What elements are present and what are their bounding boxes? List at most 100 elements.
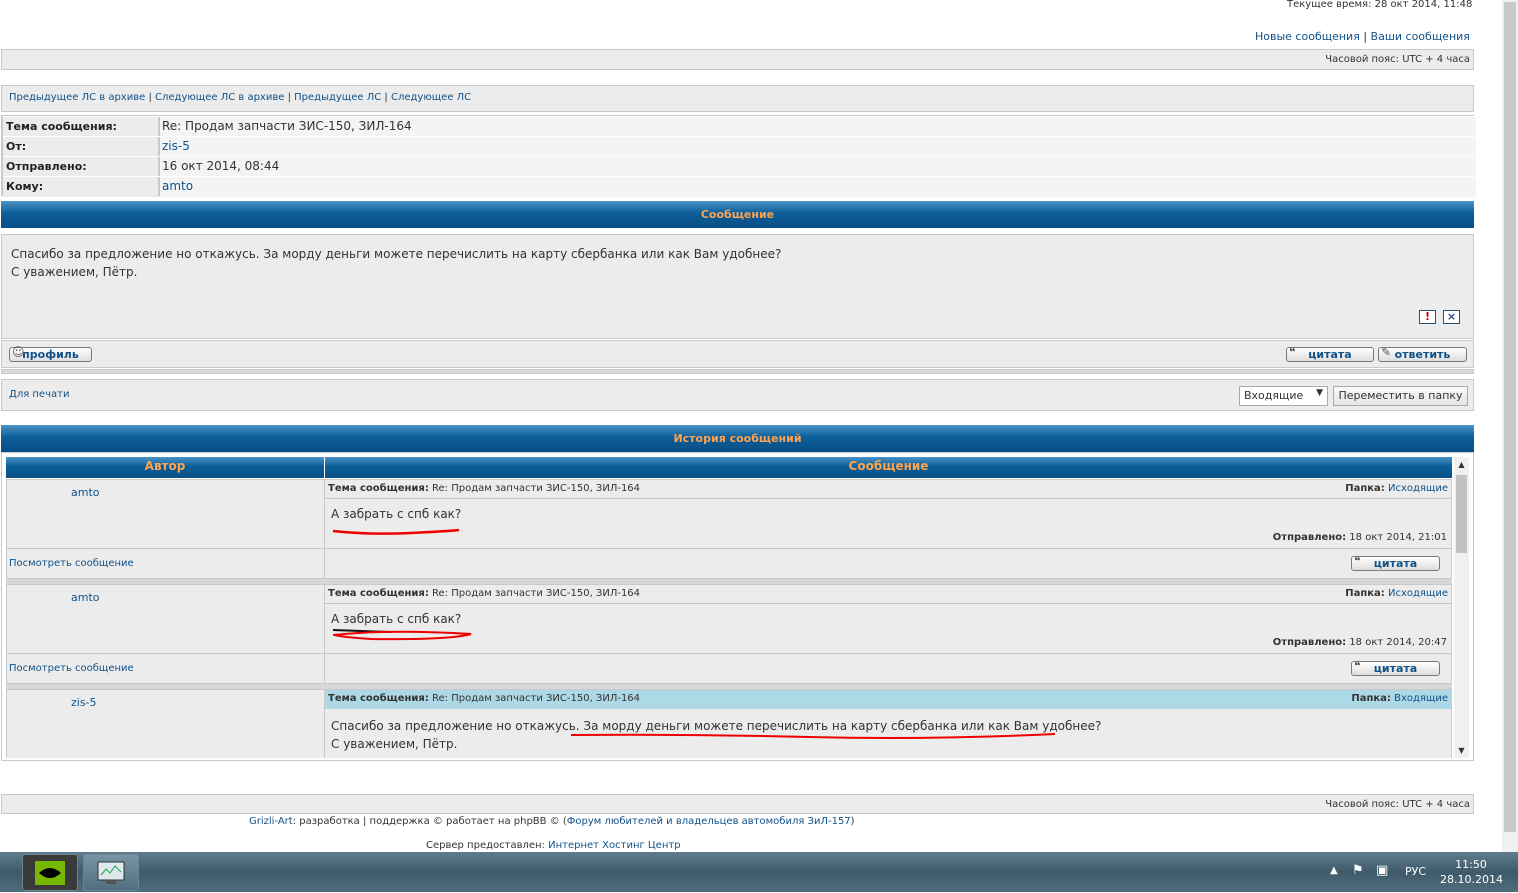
folder-label: Папка: xyxy=(1345,483,1385,494)
your-messages-link[interactable]: Ваши сообщения xyxy=(1371,30,1470,43)
folder-info: Папка: Исходящие xyxy=(1345,483,1448,494)
history-item-1-message: Тема сообщения: Re: Продам запчасти ЗИС-… xyxy=(324,479,1452,549)
user-icon: ☺ xyxy=(12,345,25,359)
quote-button[interactable]: ❝ цитата xyxy=(1351,659,1440,676)
forum-link[interactable]: Форум любителей и владельцев автомобиля … xyxy=(567,816,851,827)
quote-label: цитата xyxy=(1373,662,1418,675)
red-underline xyxy=(570,733,1056,739)
prev-archive-link[interactable]: Предыдущее ЛС в архиве xyxy=(9,92,145,103)
history-container: Автор Сообщение amto Тема сообщения: Re:… xyxy=(1,452,1474,761)
reply-button[interactable]: ✎ ответить xyxy=(1378,346,1467,362)
item-text-a: Спасибо за предложение но откажусь. xyxy=(331,719,584,733)
folder-link[interactable]: Исходящие xyxy=(1388,483,1448,494)
delete-icon[interactable]: × xyxy=(1443,310,1460,324)
history-item-3-author: zis-5 xyxy=(6,689,325,758)
history-header: История сообщений xyxy=(1,425,1474,452)
page-scrollbar[interactable] xyxy=(1502,0,1518,852)
folder-info: Папка: Входящие xyxy=(1351,693,1448,704)
scroll-thumb[interactable] xyxy=(1456,475,1467,553)
new-messages-link[interactable]: Новые сообщения xyxy=(1255,30,1360,43)
clock[interactable]: 11:50 28.10.2014 xyxy=(1440,857,1503,887)
author-link[interactable]: amto xyxy=(71,591,100,604)
subject-label: Тема сообщения: xyxy=(328,693,429,704)
red-scribble xyxy=(332,629,472,641)
nav-sep: | xyxy=(384,92,388,103)
from-label: От: xyxy=(3,137,159,157)
sent-row: Отправлено: 16 окт 2014, 08:44 xyxy=(3,156,1476,177)
sent-value: 18 окт 2014, 20:47 xyxy=(1349,637,1447,648)
profile-label: профиль xyxy=(22,348,79,361)
profile-button[interactable]: ☺ профиль xyxy=(9,345,92,362)
sent-value: 18 окт 2014, 21:01 xyxy=(1349,532,1447,543)
to-user-link[interactable]: amto xyxy=(162,179,193,193)
print-link[interactable]: Для печати xyxy=(9,389,69,400)
message-actions: ☺ профиль ❝ цитата ✎ ответить xyxy=(1,340,1474,368)
bottom-timezone-bar: Часовой пояс: UTC + 4 часа xyxy=(1,794,1474,814)
col-message-header: Сообщение xyxy=(325,457,1452,478)
quote-button[interactable]: ❝ цитата xyxy=(1286,345,1374,362)
reply-label: ответить xyxy=(1394,348,1451,361)
message-line-1: Спасибо за предложение но откажусь. За м… xyxy=(11,247,782,261)
author-link[interactable]: amto xyxy=(71,486,100,499)
nvidia-app-button[interactable] xyxy=(22,854,78,891)
item-sent: Отправлено: 18 окт 2014, 21:01 xyxy=(1273,532,1447,543)
pm-navigation: Предыдущее ЛС в архиве | Следующее ЛС в … xyxy=(1,85,1474,112)
quote-button[interactable]: ❝ цитата xyxy=(1351,554,1440,571)
taskbar: ▲ ⚑ ▣ РУС 11:50 28.10.2014 xyxy=(0,852,1518,892)
server-link[interactable]: Интернет Хостинг Центр xyxy=(548,840,680,851)
history-item-2-author: amto xyxy=(6,584,325,654)
server-info: Сервер предоставлен: Интернет Хостинг Це… xyxy=(426,840,681,851)
subject-value: Re: Продам запчасти ЗИС-150, ЗИЛ-164 xyxy=(160,117,1476,137)
subject-label: Тема сообщения: xyxy=(328,588,429,599)
from-row: От: zis-5 xyxy=(3,136,1476,157)
sent-value: 16 окт 2014, 08:44 xyxy=(160,157,1476,177)
prev-pm-link[interactable]: Предыдущее ЛС xyxy=(294,92,381,103)
scroll-up-icon[interactable]: ▲ xyxy=(1454,457,1469,472)
language-indicator[interactable]: РУС xyxy=(1405,865,1426,878)
quote-icon: ❝ xyxy=(1289,345,1296,359)
grizli-link[interactable]: Grizli-Art xyxy=(249,816,293,827)
item-subject-bar-highlighted: Тема сообщения: Re: Продам запчасти ЗИС-… xyxy=(325,690,1451,709)
folder-label: Папка: xyxy=(1345,588,1385,599)
from-user-link[interactable]: zis-5 xyxy=(162,139,190,153)
flag-icon[interactable]: ⚑ xyxy=(1352,863,1364,878)
dev-text: : разработка | поддержка © работает на p… xyxy=(292,816,567,827)
history-item-2-footer-left: Посмотреть сообщение xyxy=(6,653,325,684)
subject-label: Тема сообщения: xyxy=(3,117,159,137)
quote-label: цитата xyxy=(1308,348,1352,361)
folder-link[interactable]: Входящие xyxy=(1394,693,1448,704)
col-author-header: Автор xyxy=(6,457,324,478)
subject-value: Re: Продам запчасти ЗИС-150, ЗИЛ-164 xyxy=(432,693,641,704)
clock-date: 28.10.2014 xyxy=(1440,873,1503,886)
scroll-down-icon[interactable]: ▼ xyxy=(1454,743,1469,758)
history-scrollbar[interactable]: ▲ ▼ xyxy=(1454,457,1469,758)
red-underline xyxy=(332,528,460,535)
move-to-folder-button[interactable]: Переместить в папку xyxy=(1333,386,1468,406)
quote-icon: ❝ xyxy=(1354,659,1361,673)
author-link[interactable]: zis-5 xyxy=(71,696,97,709)
subject-value: Re: Продам запчасти ЗИС-150, ЗИЛ-164 xyxy=(432,483,641,494)
clock-time: 11:50 xyxy=(1455,858,1487,871)
page-scroll-thumb[interactable] xyxy=(1504,2,1516,832)
report-icon[interactable]: ! xyxy=(1419,310,1436,324)
message-header: Сообщение xyxy=(1,201,1474,228)
tray-arrow-icon[interactable]: ▲ xyxy=(1330,865,1338,876)
next-pm-link[interactable]: Следующее ЛС xyxy=(391,92,471,103)
pm-actions-bar: Для печати Входящие ▼ Переместить в папк… xyxy=(1,379,1474,411)
history-item-1-footer-right: ❝ цитата xyxy=(324,548,1452,579)
folder-link[interactable]: Исходящие xyxy=(1388,588,1448,599)
folder-select[interactable]: Входящие ▼ xyxy=(1239,386,1328,406)
view-message-link[interactable]: Посмотреть сообщение xyxy=(9,663,134,674)
quote-icon: ❝ xyxy=(1354,554,1361,568)
view-message-link[interactable]: Посмотреть сообщение xyxy=(9,558,134,569)
history-inner: Автор Сообщение amto Тема сообщения: Re:… xyxy=(6,457,1452,758)
next-archive-link[interactable]: Следующее ЛС в архиве xyxy=(155,92,284,103)
monitor-icon xyxy=(97,861,125,884)
item-subject-bar: Тема сообщения: Re: Продам запчасти ЗИС-… xyxy=(325,585,1451,604)
item-subject-bar: Тема сообщения: Re: Продам запчасти ЗИС-… xyxy=(325,480,1451,499)
network-icon[interactable]: ▣ xyxy=(1376,863,1388,878)
timezone-text: Часовой пояс: UTC + 4 часа xyxy=(1325,54,1470,65)
monitor-app-button[interactable] xyxy=(83,854,139,891)
history-item-1-author: amto xyxy=(6,479,325,549)
history-item-2-message: Тема сообщения: Re: Продам запчасти ЗИС-… xyxy=(324,584,1452,654)
